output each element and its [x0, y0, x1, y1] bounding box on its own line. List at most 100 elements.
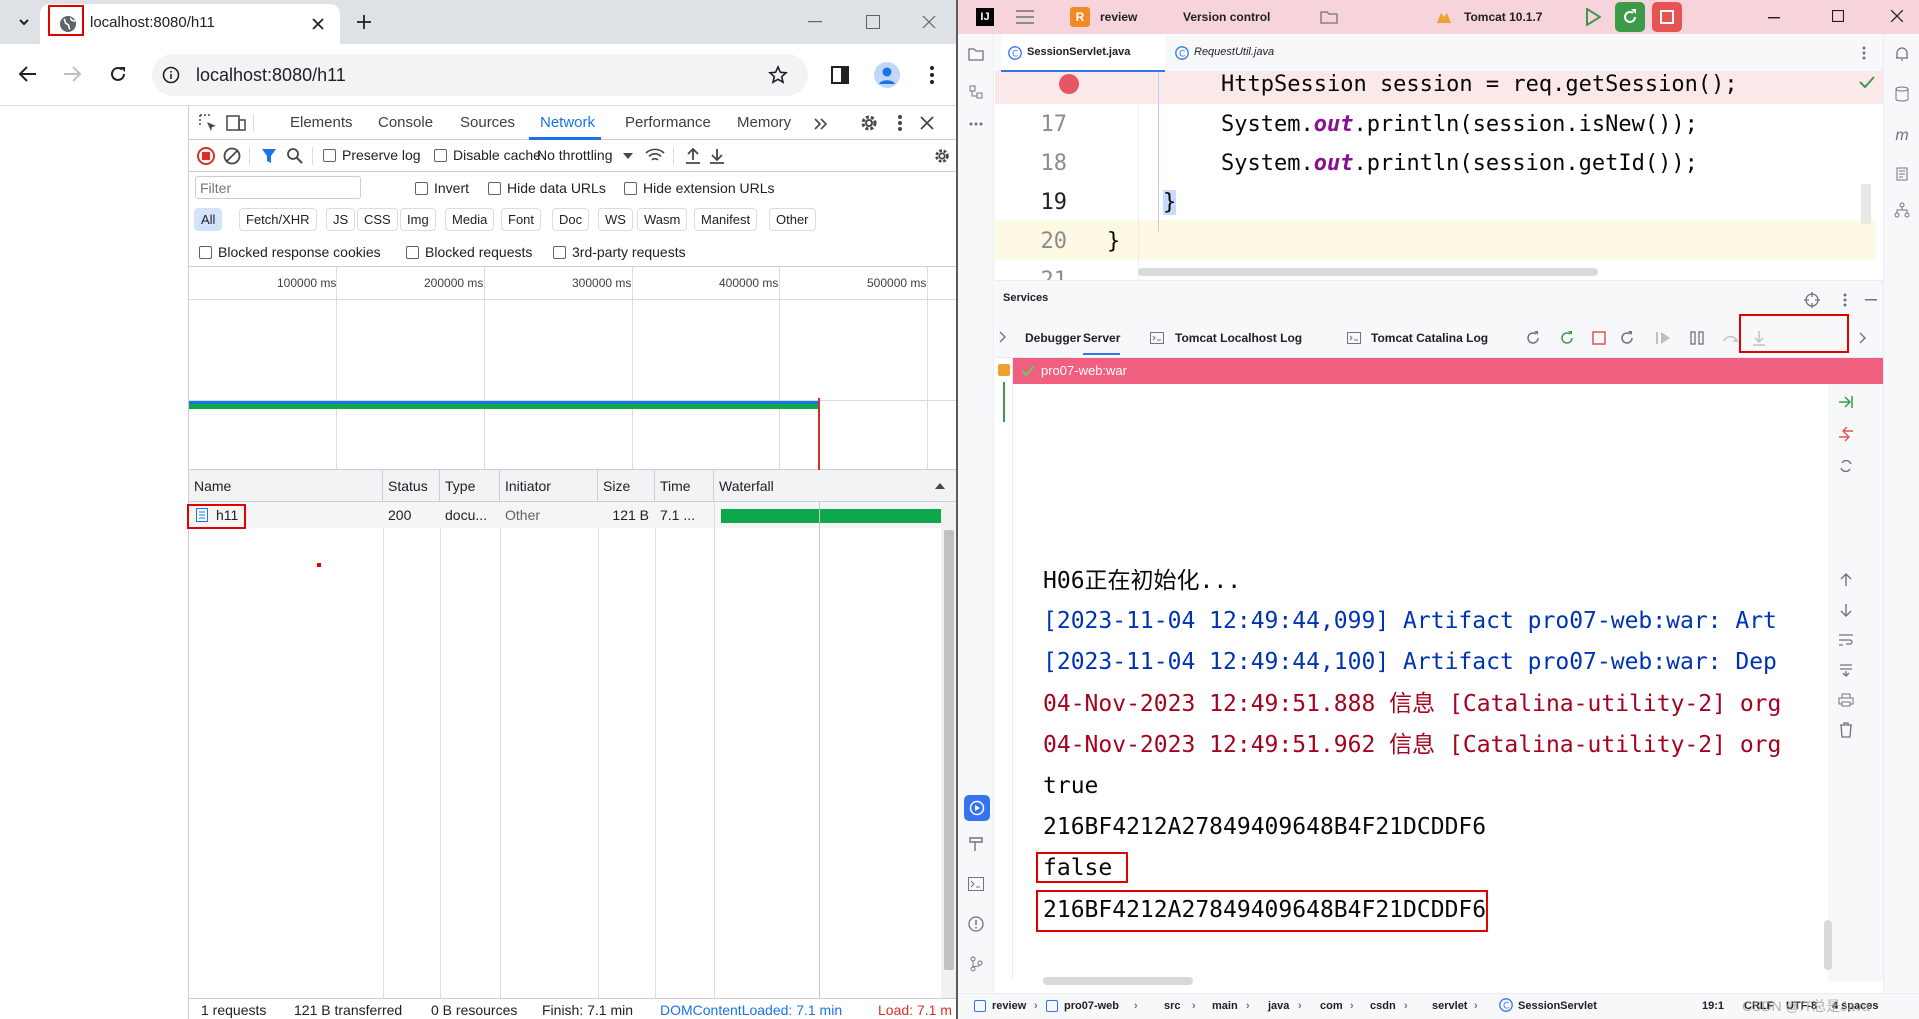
expand-tree-icon[interactable] — [995, 328, 1011, 346]
breadcrumb-item[interactable]: csdn — [1370, 996, 1396, 1016]
project-tool-icon[interactable] — [966, 44, 986, 64]
scroll-to-end-icon[interactable] — [1836, 660, 1856, 680]
caret-position[interactable]: 19:1 — [1702, 996, 1724, 1016]
breadcrumb-item[interactable]: pro07-web — [1064, 996, 1119, 1016]
blocked-requests-checkbox[interactable]: Blocked requests — [406, 244, 532, 260]
forward-icon[interactable] — [58, 60, 86, 88]
clear-console-icon[interactable] — [1836, 720, 1856, 740]
chip-ws[interactable]: WS — [598, 208, 633, 231]
console-h-scrollbar[interactable] — [1043, 977, 1193, 985]
hierarchy-icon[interactable] — [1892, 200, 1912, 220]
device-toolbar-icon[interactable] — [225, 112, 247, 134]
breadcrumb-item[interactable]: review — [992, 996, 1026, 1016]
col-type[interactable]: Type — [440, 470, 500, 502]
terminal-icon[interactable] — [966, 874, 986, 894]
editor-h-scrollbar[interactable] — [1138, 268, 1598, 276]
blocked-cookies-checkbox[interactable]: Blocked response cookies — [199, 244, 381, 260]
ide-maximize-icon[interactable] — [1828, 6, 1848, 26]
more-menu-icon[interactable] — [920, 62, 944, 88]
tab-sources[interactable]: Sources — [460, 106, 515, 140]
stop-icon[interactable] — [1652, 2, 1682, 32]
filter-input[interactable] — [195, 176, 361, 199]
chip-img[interactable]: Img — [400, 208, 436, 231]
breakpoint-icon[interactable] — [1057, 72, 1081, 96]
third-party-checkbox[interactable]: 3rd-party requests — [553, 244, 686, 260]
breadcrumb-item[interactable]: java — [1268, 996, 1289, 1016]
scrollbar-thumb[interactable] — [944, 530, 954, 970]
tab-network[interactable]: Network — [540, 106, 595, 140]
chip-css[interactable]: CSS — [357, 208, 398, 231]
overflow-icon[interactable] — [1855, 328, 1871, 348]
export-har-icon[interactable] — [707, 146, 727, 166]
filter-icon[interactable] — [259, 146, 279, 166]
breadcrumb-item[interactable]: SessionServlet — [1518, 996, 1597, 1016]
browser-tab[interactable]: localhost:8080/h11 — [40, 4, 340, 44]
chip-wasm[interactable]: Wasm — [637, 208, 688, 231]
breadcrumb-item[interactable]: src — [1164, 996, 1181, 1016]
more-tabs-icon[interactable] — [811, 114, 831, 134]
update-icon[interactable] — [1557, 328, 1577, 348]
scroll-down-icon[interactable] — [1836, 600, 1856, 620]
run-config[interactable]: Tomcat 10.1.7 — [1464, 10, 1542, 24]
deploy-icon[interactable] — [1836, 392, 1856, 412]
tab-catalina-log[interactable]: Tomcat Catalina Log — [1371, 321, 1488, 355]
gradle-icon[interactable] — [1892, 164, 1912, 184]
structure-icon[interactable] — [966, 82, 986, 102]
database-icon[interactable] — [1892, 84, 1912, 104]
chip-font[interactable]: Font — [501, 208, 542, 231]
services-tool-icon[interactable] — [964, 795, 990, 821]
vcs-widget[interactable]: Version control — [1183, 10, 1270, 24]
table-scrollbar[interactable] — [941, 502, 957, 998]
maven-icon[interactable]: m — [1892, 126, 1912, 146]
col-time[interactable]: Time — [655, 470, 714, 502]
problems-icon[interactable] — [966, 914, 986, 934]
disable-cache-checkbox[interactable]: Disable cache — [434, 147, 541, 163]
close-devtools-icon[interactable] — [916, 112, 938, 134]
run-icon[interactable] — [1582, 6, 1604, 28]
hide-panel-icon[interactable] — [1861, 290, 1881, 310]
project-name[interactable]: review — [1100, 10, 1137, 24]
step-over-icon[interactable] — [1721, 328, 1741, 348]
minimize-icon[interactable] — [800, 10, 830, 34]
scroll-up-icon[interactable] — [1836, 570, 1856, 590]
side-panel-icon[interactable] — [827, 62, 853, 88]
chip-js[interactable]: JS — [326, 208, 356, 231]
tab-elements[interactable]: Elements — [290, 106, 353, 140]
close-window-icon[interactable] — [914, 10, 944, 34]
breadcrumb-item[interactable]: com — [1320, 996, 1343, 1016]
settings-gear-icon[interactable] — [858, 112, 880, 134]
hide-extension-urls-checkbox[interactable]: Hide extension URLs — [624, 180, 775, 196]
throttling-select[interactable]: No throttling — [537, 147, 612, 163]
chip-manifest[interactable]: Manifest — [694, 208, 758, 231]
new-tab-icon[interactable] — [350, 8, 378, 36]
chip-doc[interactable]: Doc — [552, 208, 590, 231]
search-icon[interactable] — [285, 146, 305, 166]
chip-fetch-xhr[interactable]: Fetch/XHR — [239, 208, 317, 231]
site-info-icon[interactable] — [160, 64, 182, 86]
table-row[interactable]: h11 200 docu... Other 121 B 7.1 ... — [189, 502, 959, 528]
tab-performance[interactable]: Performance — [625, 106, 711, 140]
tab-debugger[interactable]: Debugger — [1025, 321, 1081, 355]
network-settings-icon[interactable] — [932, 146, 952, 166]
main-menu-icon[interactable] — [1014, 7, 1036, 27]
pause-icon[interactable] — [1687, 328, 1707, 348]
editor-more-icon[interactable] — [1855, 44, 1873, 62]
notifications-icon[interactable] — [1892, 44, 1912, 64]
breadcrumb-item[interactable]: main — [1212, 996, 1238, 1016]
editor-v-scrollbar[interactable] — [1861, 184, 1871, 224]
tab-localhost-log[interactable]: Tomcat Localhost Log — [1175, 321, 1302, 355]
maximize-icon[interactable] — [858, 10, 888, 34]
hide-data-urls-checkbox[interactable]: Hide data URLs — [488, 180, 606, 196]
crosshair-icon[interactable] — [1802, 290, 1822, 310]
sync-icon[interactable] — [1836, 456, 1856, 476]
clear-icon[interactable] — [222, 146, 242, 166]
invert-checkbox[interactable]: Invert — [415, 180, 469, 196]
ide-close-icon[interactable] — [1887, 6, 1907, 26]
console-v-scrollbar[interactable] — [1824, 920, 1832, 970]
git-icon[interactable] — [966, 954, 986, 974]
record-stop-icon[interactable] — [196, 146, 216, 166]
network-conditions-icon[interactable] — [644, 146, 666, 166]
inspect-element-icon[interactable] — [197, 112, 219, 134]
redeploy-icon[interactable] — [1523, 328, 1543, 348]
rerun-icon[interactable] — [1615, 2, 1645, 32]
